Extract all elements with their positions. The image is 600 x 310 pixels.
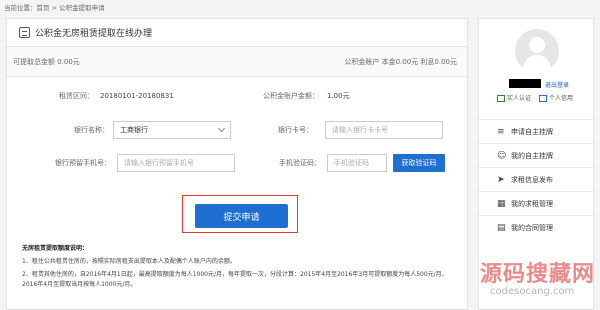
balance-value: 1.00元 xyxy=(327,92,350,100)
sidebar-item-apply-listing[interactable]: ≡ 申请自主挂牌 xyxy=(479,119,593,143)
person-icon: ☺ xyxy=(497,150,507,161)
sidebar-item-my-listing[interactable]: ☺ 我的自主挂牌 xyxy=(479,143,593,167)
avatar xyxy=(515,29,559,73)
bank-select-value: 工商银行 xyxy=(120,126,148,134)
chevron-down-icon xyxy=(217,124,226,133)
sidebar-item-rent-post[interactable]: ➤ 求租信息发布 xyxy=(479,167,593,191)
note-item: 2、租赁其他住房的，自2016年4月1日起，最高提取额度为每人1000元/月，每… xyxy=(22,271,448,288)
watermark-text: 源码搜藏网 xyxy=(480,262,596,287)
contract-icon: ▤ xyxy=(497,222,506,233)
document-icon xyxy=(19,27,30,38)
period-label: 租赁区间： xyxy=(59,92,94,100)
phone-label: 银行预留手机号： xyxy=(55,159,111,167)
sidebar-item-contract-manage[interactable]: ▤ 我的合同管理 xyxy=(479,215,593,239)
amount-summary: 可提取总金额 0.00元 公积金账户 本金0.00元 利息0.00元 xyxy=(7,47,467,77)
quota-notes: 无房租赁提取额度说明： 1、租住公共租赁住房的，按照实际房租支出提取本人及配偶个… xyxy=(22,244,452,293)
sidebar-item-label: 申请自主挂牌 xyxy=(511,127,553,136)
note-item: 1、租住公共租赁住房的，按照实际房租支出提取本人及配偶个人账户内的余额。 xyxy=(22,257,236,265)
code-row: 手机验证码： 手机验证码 获取验证码 xyxy=(253,154,445,172)
credit-badge[interactable]: 个人信用 xyxy=(539,93,573,102)
bank-label: 银行名称： xyxy=(74,126,109,134)
period-value: 20180101-20180831 xyxy=(100,92,174,100)
get-code-button[interactable]: 获取验证码 xyxy=(393,154,445,172)
sidebar-item-label: 我的合同管理 xyxy=(511,223,553,232)
balance-label: 公积金账户金额： xyxy=(263,92,319,100)
period-row: 租赁区间： 20180101-20180831 xyxy=(59,91,174,101)
page-title: 公积金无房租赁提取在线办理 xyxy=(35,29,153,39)
breadcrumb: 当前位置：首页 > 公积金提取申请 xyxy=(4,4,105,12)
card-number-input[interactable]: 请输入银行卡卡号 xyxy=(325,121,443,139)
user-badges: 实人认证 个人信用 xyxy=(497,93,573,102)
verify-code-input[interactable]: 手机验证码 xyxy=(327,154,387,172)
sidebar-menu: ≡ 申请自主挂牌 ☺ 我的自主挂牌 ➤ 求租信息发布 ▦ 我的求租管理 ▤ 我的… xyxy=(479,119,593,239)
real-name-badge[interactable]: 实人认证 xyxy=(497,93,531,102)
notes-title: 无房租赁提取额度说明： xyxy=(22,245,89,252)
watermark-url: codesocang.com xyxy=(490,286,575,297)
sidebar-item-label: 我的求租管理 xyxy=(511,199,553,208)
sidebar-item-rent-manage[interactable]: ▦ 我的求租管理 xyxy=(479,191,593,215)
phone-input[interactable]: 请输入银行预留手机号 xyxy=(117,154,235,172)
bank-select[interactable]: 工商银行 xyxy=(113,121,231,139)
submit-button[interactable]: 提交申请 xyxy=(195,204,288,228)
list-icon: ≡ xyxy=(497,126,505,137)
panel-header: 公积金无房租赁提取在线办理 xyxy=(7,19,467,47)
withdrawable-total: 可提取总金额 0.00元 xyxy=(13,57,80,66)
grid-icon: ▦ xyxy=(497,198,506,209)
balance-row: 公积金账户金额： 1.00元 xyxy=(263,91,350,101)
card-row: 银行卡号： 请输入银行卡卡号 xyxy=(253,121,443,139)
bank-row: 银行名称： 工商银行 xyxy=(47,121,231,139)
logout-link[interactable]: 退出登录 xyxy=(545,80,569,89)
id-card-icon xyxy=(497,95,505,102)
sidebar-item-label: 求租信息发布 xyxy=(511,175,553,184)
user-icon xyxy=(539,95,548,102)
card-label: 银行卡号： xyxy=(278,126,313,134)
phone-row: 银行预留手机号： 请输入银行预留手机号 xyxy=(37,154,235,172)
account-balance: 公积金账户 本金0.00元 利息0.00元 xyxy=(344,57,457,66)
username-redacted xyxy=(509,79,541,88)
code-label: 手机验证码： xyxy=(279,159,321,167)
sidebar-item-label: 我的自主挂牌 xyxy=(511,151,553,160)
send-icon: ➤ xyxy=(497,174,505,185)
